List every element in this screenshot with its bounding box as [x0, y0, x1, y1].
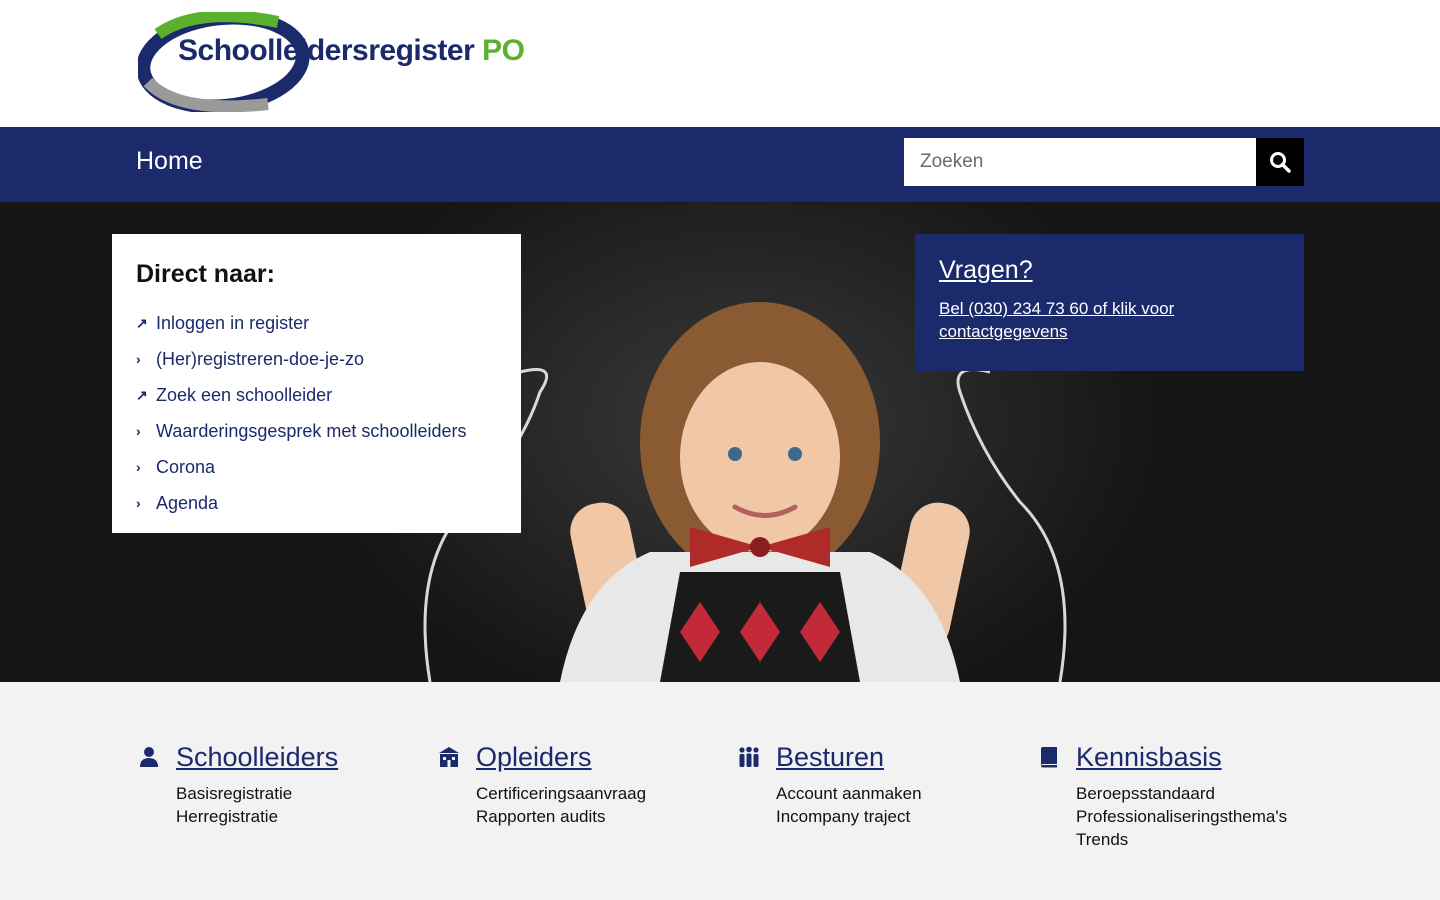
vragen-title-link[interactable]: Vragen?: [939, 256, 1280, 285]
category-link[interactable]: Herregistratie: [176, 807, 278, 826]
category-link[interactable]: Incompany traject: [776, 807, 910, 826]
group-people-icon: [739, 746, 759, 767]
direct-link[interactable]: Waarderingsgesprek met schoolleiders: [156, 421, 466, 442]
category-title[interactable]: Schoolleiders: [176, 742, 338, 773]
category-link[interactable]: Basisregistratie: [176, 784, 292, 803]
chevron-right-icon: ›: [136, 351, 141, 367]
school-building-icon: [439, 747, 459, 767]
direct-item-waarderingsgesprek[interactable]: › Waarderingsgesprek met schoolleiders: [136, 413, 497, 449]
direct-item-zoek-schoolleider[interactable]: ↗ Zoek een schoolleider: [136, 377, 497, 413]
category-section: Schoolleiders Basisregistratie Herregist…: [0, 682, 1440, 900]
chevron-right-icon: ›: [136, 495, 141, 511]
external-link-arrow-icon: ↗: [136, 314, 148, 331]
category-links: Basisregistratie Herregistratie: [176, 784, 292, 830]
nav-home-link[interactable]: Home: [136, 147, 203, 176]
direct-item-herregistreren[interactable]: › (Her)registreren-doe-je-zo: [136, 341, 497, 377]
search-button[interactable]: [1256, 138, 1304, 186]
category-title[interactable]: Opleiders: [476, 742, 592, 773]
logo-wordmark: Schoolleidersregister PO: [178, 34, 525, 68]
direct-item-corona[interactable]: › Corona: [136, 449, 497, 485]
direct-naar-list: ↗ Inloggen in register › (Her)registrere…: [136, 305, 497, 521]
category-link[interactable]: Professionaliseringsthema's: [1076, 807, 1287, 826]
logo-suffix: PO: [482, 34, 525, 67]
logo-name: Schoolleidersregister: [178, 34, 475, 67]
chevron-right-icon: ›: [136, 459, 141, 475]
direct-link[interactable]: Zoek een schoolleider: [156, 385, 332, 406]
direct-link[interactable]: Inloggen in register: [156, 313, 309, 334]
category-link[interactable]: Trends: [1076, 830, 1128, 849]
category-links: Certificeringsaanvraag Rapporten audits: [476, 784, 646, 830]
search-input[interactable]: [904, 138, 1256, 186]
hero-banner: Direct naar: ↗ Inloggen in register › (H…: [0, 202, 1440, 682]
category-title[interactable]: Besturen: [776, 742, 884, 773]
category-link[interactable]: Beroepsstandaard: [1076, 784, 1215, 803]
external-link-arrow-icon: ↗: [136, 386, 148, 403]
direct-link[interactable]: (Her)registreren-doe-je-zo: [156, 349, 364, 370]
category-link[interactable]: Rapporten audits: [476, 807, 605, 826]
contact-link[interactable]: Bel (030) 234 73 60 of klik voor contact…: [939, 297, 1209, 343]
category-links: Account aanmaken Incompany traject: [776, 784, 922, 830]
direct-naar-title: Direct naar:: [136, 260, 275, 288]
search-icon: [1270, 152, 1291, 173]
direct-naar-panel: Direct naar: ↗ Inloggen in register › (H…: [112, 234, 521, 533]
direct-item-inloggen[interactable]: ↗ Inloggen in register: [136, 305, 497, 341]
person-icon: [140, 747, 158, 767]
category-link[interactable]: Account aanmaken: [776, 784, 922, 803]
category-title[interactable]: Kennisbasis: [1076, 742, 1222, 773]
direct-item-agenda[interactable]: › Agenda: [136, 485, 497, 521]
site-header: Schoolleidersregister PO: [0, 0, 1440, 127]
book-icon: [1041, 747, 1057, 768]
main-navbar: Home: [0, 127, 1440, 202]
category-links: Beroepsstandaard Professionaliseringsthe…: [1076, 784, 1287, 853]
vragen-panel: Vragen? Bel (030) 234 73 60 of klik voor…: [915, 234, 1304, 371]
direct-link[interactable]: Corona: [156, 457, 215, 478]
chevron-right-icon: ›: [136, 423, 141, 439]
site-logo[interactable]: Schoolleidersregister PO: [138, 12, 525, 112]
direct-link[interactable]: Agenda: [156, 493, 218, 514]
category-link[interactable]: Certificeringsaanvraag: [476, 784, 646, 803]
